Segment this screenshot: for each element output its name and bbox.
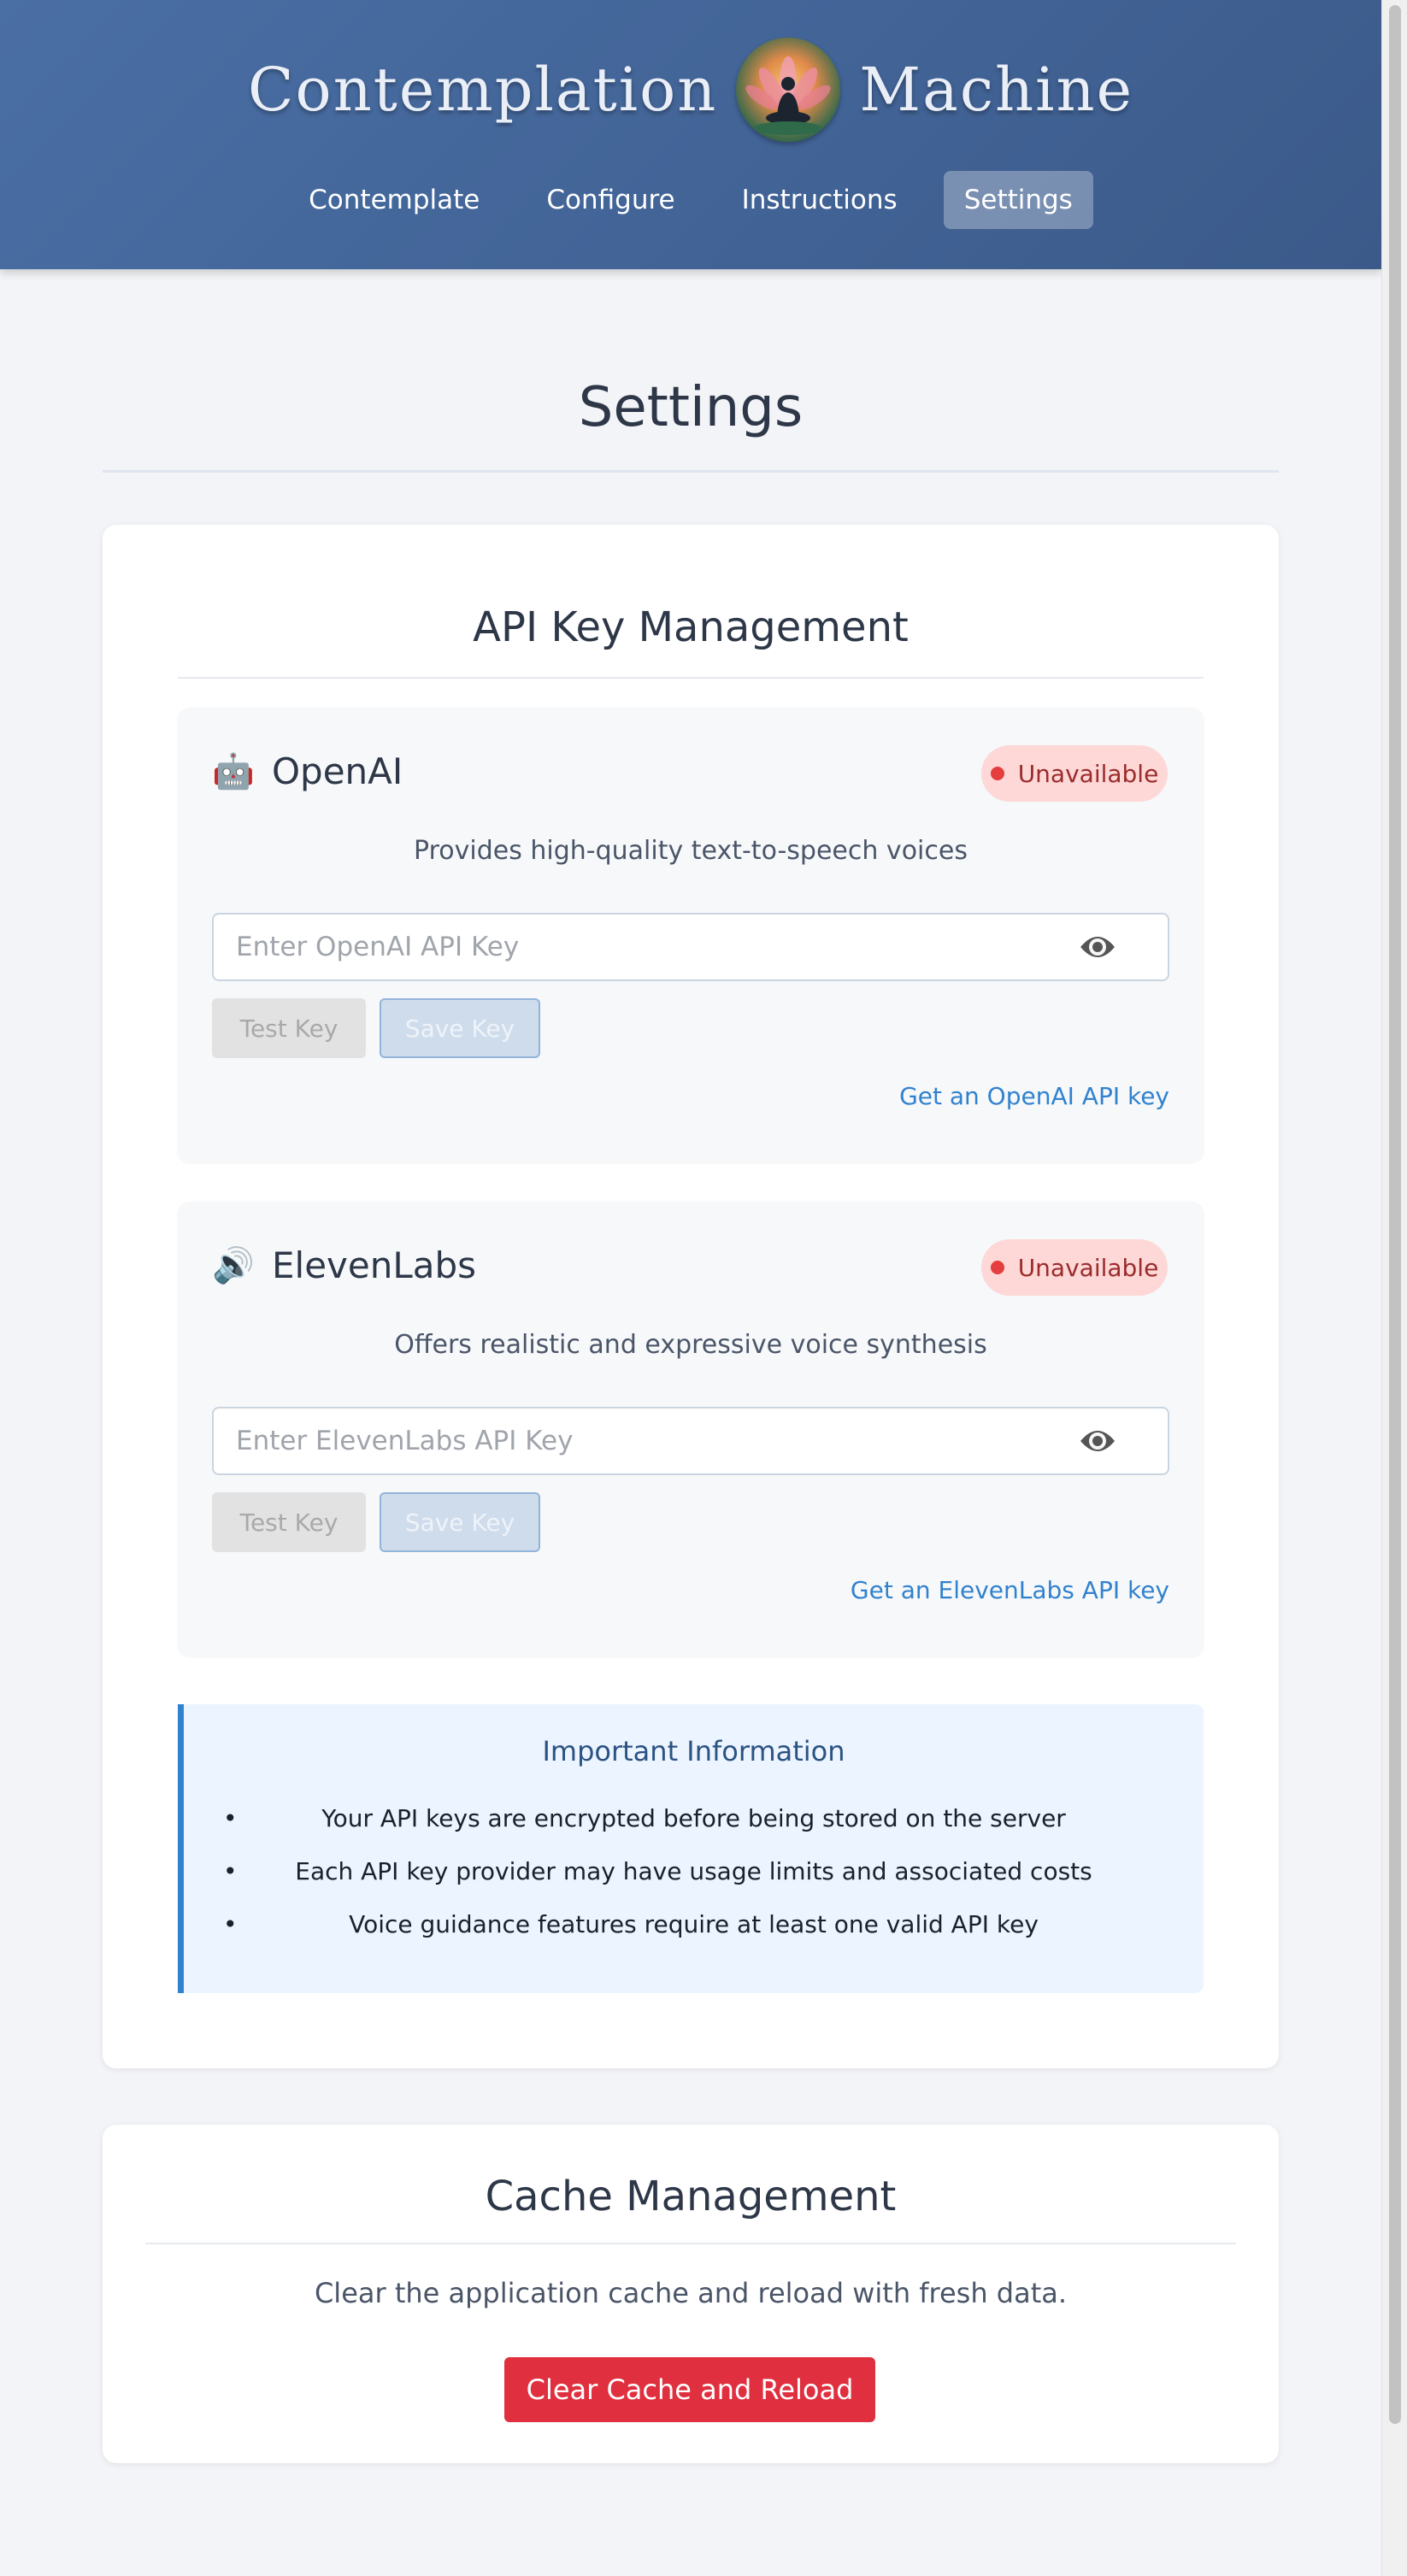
speaker-icon: 🔊 bbox=[212, 1246, 255, 1285]
lotus-meditation-logo bbox=[736, 38, 841, 142]
save-key-button[interactable]: Save Key bbox=[380, 998, 540, 1058]
openai-key-input[interactable] bbox=[212, 913, 1169, 981]
api-key-management-card: API Key Management 🤖 OpenAI Unavailable … bbox=[103, 525, 1279, 2068]
provider-elevenlabs: 🔊 ElevenLabs Unavailable Offers realisti… bbox=[178, 1202, 1204, 1656]
status-label: Unavailable bbox=[1017, 759, 1159, 788]
main-nav: Contemplate Configure Instructions Setti… bbox=[0, 171, 1381, 229]
nav-instructions[interactable]: Instructions bbox=[721, 171, 918, 229]
title-divider bbox=[103, 470, 1279, 473]
api-section-divider bbox=[178, 677, 1204, 679]
info-list: Your API keys are encrypted before being… bbox=[184, 1802, 1204, 1961]
info-title: Important Information bbox=[542, 1735, 845, 1767]
eye-icon[interactable] bbox=[1079, 932, 1116, 962]
nav-contemplate[interactable]: Contemplate bbox=[288, 171, 500, 229]
page-title: Settings bbox=[578, 376, 804, 439]
cache-management-card: Cache Management Clear the application c… bbox=[103, 2125, 1279, 2463]
get-openai-key-link[interactable]: Get an OpenAI API key bbox=[899, 1082, 1169, 1110]
provider-name: ElevenLabs bbox=[272, 1244, 477, 1286]
status-dot-icon bbox=[990, 1261, 1004, 1274]
cache-description: Clear the application cache and reload w… bbox=[314, 2277, 1068, 2309]
important-info-box: Important Information Your API keys are … bbox=[178, 1704, 1204, 1993]
cache-section-divider bbox=[145, 2243, 1236, 2244]
meditation-figure-icon bbox=[745, 56, 832, 135]
provider-description: Provides high-quality text-to-speech voi… bbox=[414, 836, 968, 866]
info-item: Each API key provider may have usage lim… bbox=[184, 1855, 1204, 1908]
provider-openai: 🤖 OpenAI Unavailable Provides high-quali… bbox=[178, 708, 1204, 1162]
app-header: Contemplation Machine Contemplate Config… bbox=[0, 0, 1381, 269]
scrollbar-thumb[interactable] bbox=[1389, 5, 1401, 2424]
provider-name: OpenAI bbox=[272, 750, 403, 792]
info-item: Voice guidance features require at least… bbox=[184, 1908, 1204, 1961]
clear-cache-button[interactable]: Clear Cache and Reload bbox=[504, 2357, 875, 2422]
cache-section-title: Cache Management bbox=[485, 2173, 897, 2220]
brand-title-left: Contemplation bbox=[248, 55, 718, 125]
status-label: Unavailable bbox=[1017, 1253, 1159, 1282]
page-scrollbar[interactable] bbox=[1381, 0, 1407, 2576]
provider-description: Offers realistic and expressive voice sy… bbox=[394, 1330, 987, 1360]
elevenlabs-key-input[interactable] bbox=[212, 1407, 1169, 1475]
brand-title-right: Machine bbox=[859, 55, 1133, 125]
info-item: Your API keys are encrypted before being… bbox=[184, 1802, 1204, 1855]
status-badge: Unavailable bbox=[981, 745, 1168, 802]
brand: Contemplation Machine bbox=[0, 34, 1381, 145]
test-key-button[interactable]: Test Key bbox=[212, 1492, 366, 1552]
nav-settings[interactable]: Settings bbox=[943, 171, 1093, 229]
get-elevenlabs-key-link[interactable]: Get an ElevenLabs API key bbox=[851, 1576, 1169, 1604]
eye-icon[interactable] bbox=[1079, 1426, 1116, 1456]
status-dot-icon bbox=[990, 767, 1004, 780]
save-key-button[interactable]: Save Key bbox=[380, 1492, 540, 1552]
robot-icon: 🤖 bbox=[212, 752, 255, 791]
api-section-title: API Key Management bbox=[473, 603, 909, 651]
test-key-button[interactable]: Test Key bbox=[212, 998, 366, 1058]
nav-configure[interactable]: Configure bbox=[526, 171, 695, 229]
status-badge: Unavailable bbox=[981, 1239, 1168, 1296]
